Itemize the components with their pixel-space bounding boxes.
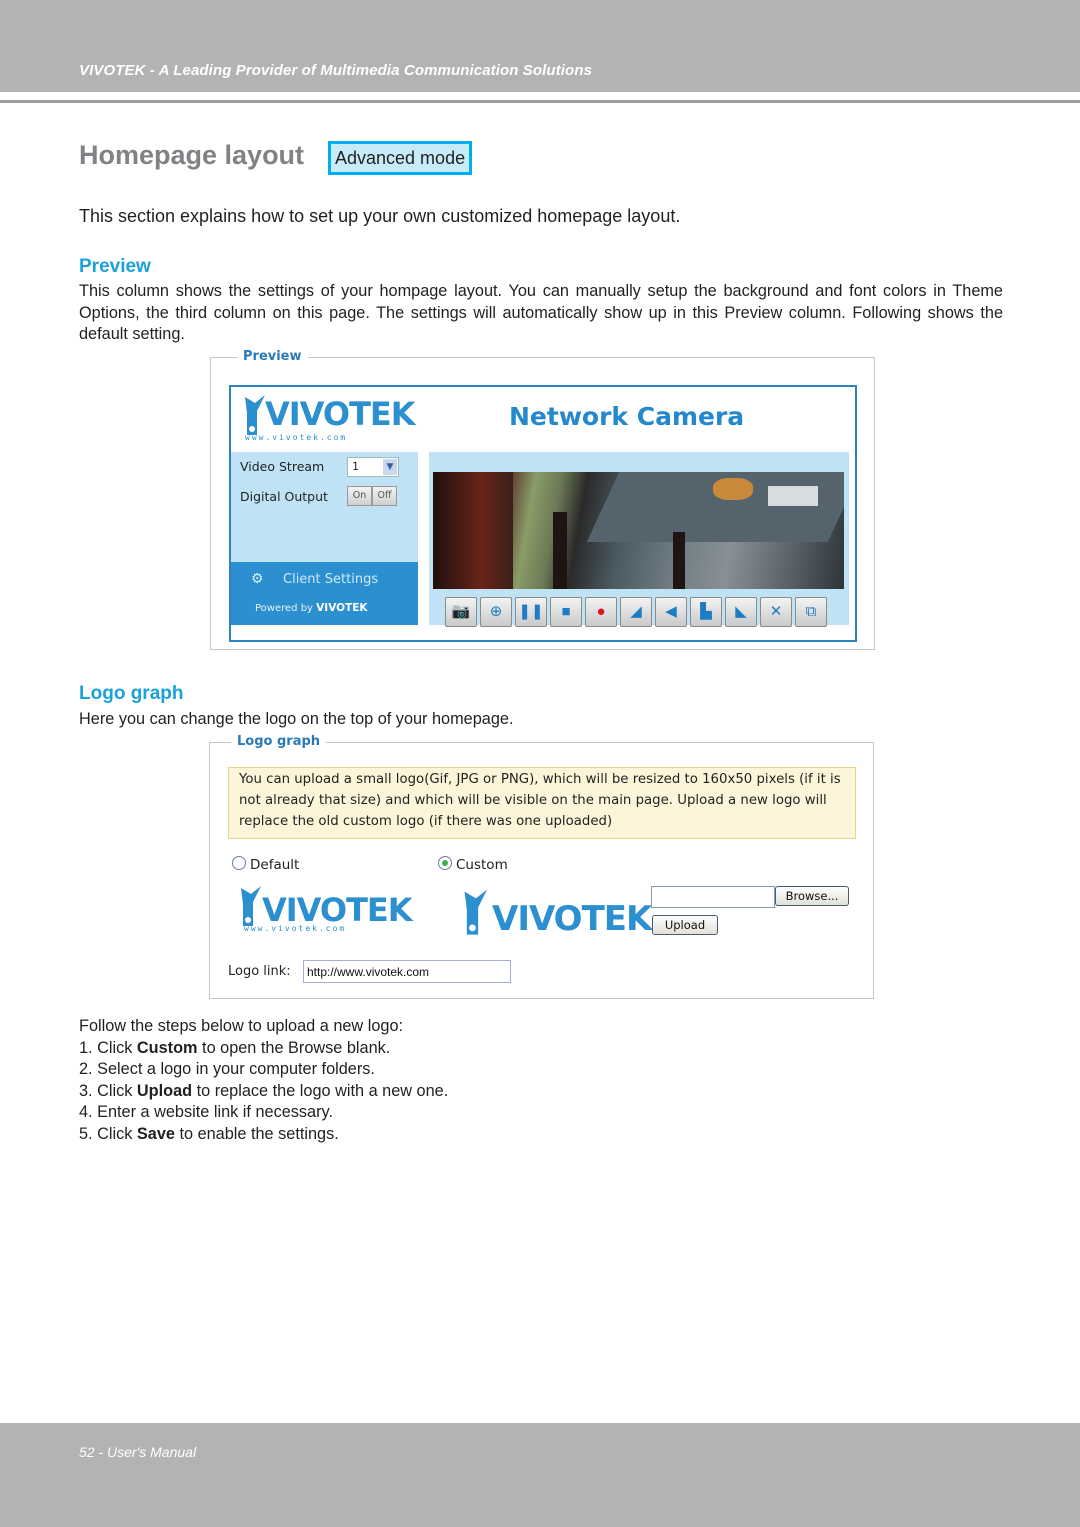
client-settings-link[interactable]: Client Settings [283, 572, 378, 587]
upload-note: You can upload a small logo(Gif, JPG or … [228, 767, 856, 839]
fullscreen-button[interactable]: ⧉ [795, 597, 827, 627]
logo-graph-heading: Logo graph [79, 683, 184, 704]
logo-link-label: Logo link: [228, 964, 291, 979]
client-settings-panel: ⚙ Client Settings Powered by VIVOTEK [231, 562, 418, 625]
mute-icon: ◀ [665, 603, 677, 620]
network-camera-title: Network Camera [509, 402, 745, 431]
preview-paragraph: This column shows the settings of your h… [79, 282, 1003, 343]
talk-button[interactable]: ▙ [690, 597, 722, 627]
upload-button[interactable]: Upload [652, 915, 718, 935]
advanced-mode-badge: Advanced mode [328, 141, 473, 175]
record-button[interactable]: ● [585, 597, 617, 627]
intro-text: This section explains how to set up your… [79, 206, 681, 226]
mute-button[interactable]: ◀ [655, 597, 687, 627]
video-area: 📷 ⊕ ❚❚ ■ ● ◢ ◀ ▙ ◣ ✕ ⧉ [429, 452, 849, 627]
volume-icon: ◢ [630, 603, 642, 620]
page-number: 52 - User's Manual [79, 1444, 197, 1460]
stop-button[interactable]: ■ [550, 597, 582, 627]
snapshot-button[interactable]: 📷 [445, 597, 477, 627]
powered-by-label: Powered by [255, 603, 313, 614]
zoom-in-icon: ⊕ [489, 603, 503, 620]
volume-button[interactable]: ◢ [620, 597, 652, 627]
custom-logo-icon [464, 889, 488, 935]
microphone-icon: ◣ [735, 603, 747, 620]
footer-band [0, 1423, 1080, 1527]
digital-zoom-button[interactable]: ⊕ [480, 597, 512, 627]
mic-mute-icon: ✕ [769, 603, 783, 620]
pause-button[interactable]: ❚❚ [515, 597, 547, 627]
browse-button[interactable]: Browse... [775, 886, 849, 906]
page-title: Homepage layout [79, 140, 305, 170]
stop-icon: ■ [561, 603, 571, 620]
steps-intro: Follow the steps below to upload a new l… [79, 1017, 404, 1035]
fullscreen-icon: ⧉ [805, 603, 817, 620]
step-item: 4. Enter a website link if necessary. [79, 1103, 333, 1121]
custom-label: Custom [456, 857, 508, 873]
mic-volume-button[interactable]: ◣ [725, 597, 757, 627]
video-stream-value: 1 [352, 460, 359, 473]
talk-icon: ▙ [700, 603, 712, 620]
preview-panel: Preview VIVOTEK www.vivotek.com Network … [210, 349, 875, 650]
gear-icon: ⚙ [251, 570, 264, 586]
step-item: 2. Select a logo in your computer folder… [79, 1060, 375, 1078]
logo-wordmark: VIVOTEK [265, 395, 416, 433]
default-label: Default [250, 857, 300, 873]
pause-icon: ❚❚ [518, 603, 544, 620]
logo-area: VIVOTEK www.vivotek.com [231, 387, 418, 452]
custom-logo-wordmark: VIVOTEK [492, 899, 652, 939]
preview-frame: VIVOTEK www.vivotek.com Network Camera V… [229, 385, 857, 642]
camera-live-image [433, 472, 844, 589]
control-panel: Video Stream 1 ▼ Digital Output On Off [231, 452, 418, 562]
header-tagline: VIVOTEK - A Leading Provider of Multimed… [79, 62, 593, 79]
default-option[interactable]: Default [232, 856, 299, 873]
custom-option[interactable]: Custom [438, 856, 508, 873]
step-item: 1. Click Custom to open the Browse blank… [79, 1038, 391, 1057]
step-item: 5. Click Save to enable the settings. [79, 1124, 339, 1143]
mic-mute-button[interactable]: ✕ [760, 597, 792, 627]
header-divider [0, 100, 1080, 103]
record-icon: ● [596, 603, 606, 620]
powered-by: Powered by VIVOTEK [255, 602, 368, 614]
upload-steps: Follow the steps below to upload a new l… [79, 1016, 448, 1145]
logo-url: www.vivotek.com [245, 433, 348, 442]
logo-link-input[interactable]: http://www.vivotek.com [303, 960, 511, 983]
logo-graph-panel: Logo graph You can upload a small logo(G… [209, 734, 874, 999]
preview-heading: Preview [79, 256, 151, 277]
chevron-down-icon: ▼ [383, 459, 397, 475]
video-stream-label: Video Stream [240, 459, 325, 474]
preview-legend: Preview [237, 349, 308, 364]
digital-output-off-button[interactable]: Off [372, 486, 397, 506]
logo-file-input[interactable] [651, 886, 775, 908]
step-item: 3. Click Upload to replace the logo with… [79, 1081, 449, 1100]
video-stream-select[interactable]: 1 ▼ [347, 457, 399, 477]
powered-by-brand: VIVOTEK [316, 602, 368, 614]
digital-output-on-button[interactable]: On [347, 486, 372, 506]
camera-icon: 📷 [451, 603, 471, 620]
custom-radio[interactable] [438, 856, 452, 870]
default-radio[interactable] [232, 856, 246, 870]
logo-graph-legend: Logo graph [231, 734, 327, 749]
default-logo-url: www.vivotek.com [244, 924, 347, 933]
digital-output-label: Digital Output [240, 489, 328, 504]
logo-graph-paragraph: Here you can change the logo on the top … [79, 710, 514, 728]
